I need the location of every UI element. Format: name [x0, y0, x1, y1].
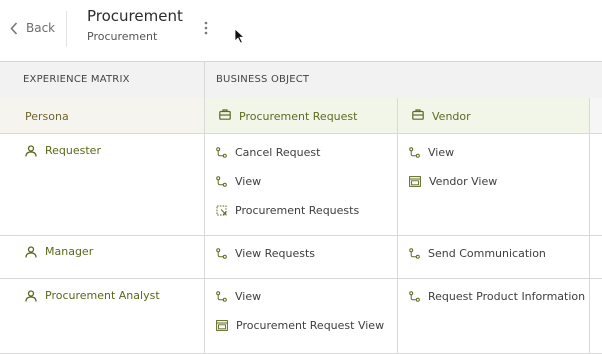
person-icon [25, 245, 37, 258]
column-header-experience-matrix: EXPERIENCE MATRIX [0, 62, 205, 98]
flow-icon [216, 147, 227, 158]
flow-icon [216, 176, 227, 187]
table-subheader-row: Persona Procurement Request Vendor [0, 98, 602, 134]
experience-procurement-request-view[interactable]: Procurement Request View [216, 319, 384, 332]
mouse-cursor-icon [234, 28, 245, 44]
experience-send-communication[interactable]: Send Communication [409, 247, 546, 260]
briefcase-icon [412, 109, 424, 120]
experience-procurement-requests[interactable]: Procurement Requests [216, 204, 359, 217]
page-subtitle: Procurement [87, 30, 158, 43]
experience-label: View [235, 290, 262, 303]
procurement-request-cell: View Procurement Request View [205, 278, 398, 353]
table-filler [590, 278, 602, 353]
business-object-label: Vendor [432, 110, 471, 123]
back-label: Back [26, 21, 56, 35]
chevron-left-icon [10, 21, 18, 35]
experience-vendor-view-action[interactable]: View [409, 146, 454, 159]
table-filler [590, 98, 602, 133]
experience-matrix-table: EXPERIENCE MATRIX BUSINESS OBJECT Person… [0, 61, 602, 354]
persona-procurement-analyst[interactable]: Procurement Analyst [25, 289, 160, 302]
experience-label: Send Communication [428, 247, 546, 260]
table-row: Requester Cancel Request View Procuremen… [0, 133, 602, 236]
experience-label: View Requests [235, 247, 316, 260]
persona-cell: Procurement Analyst [0, 278, 205, 353]
back-button[interactable]: Back [10, 21, 55, 35]
business-object-vendor[interactable]: Vendor [398, 98, 590, 133]
person-icon [25, 144, 37, 157]
persona-label: Manager [45, 245, 94, 258]
page-title: Procurement [87, 7, 183, 25]
app-header: Back Procurement Procurement [0, 0, 602, 61]
experience-label: Vendor View [429, 175, 498, 188]
vendor-cell: Send Communication [398, 235, 590, 278]
window-icon [409, 176, 421, 187]
person-icon [25, 289, 37, 302]
persona-label: Requester [45, 144, 101, 157]
table-header-row: EXPERIENCE MATRIX BUSINESS OBJECT [0, 62, 602, 99]
more-options-icon[interactable] [201, 19, 211, 37]
experience-cancel-request[interactable]: Cancel Request [216, 146, 320, 159]
procurement-request-cell: Cancel Request View Procurement Requests [205, 133, 398, 235]
experience-label: Cancel Request [235, 146, 321, 159]
table-row: Manager View Requests Send Communication [0, 235, 602, 279]
persona-column-header: Persona [0, 98, 205, 133]
window-icon [216, 320, 228, 331]
flow-icon [409, 147, 420, 158]
experience-label: View [235, 175, 262, 188]
business-object-procurement-request[interactable]: Procurement Request [205, 98, 398, 133]
table-row: Procurement Analyst View Procurement Req… [0, 278, 602, 354]
table-filler [590, 235, 602, 278]
persona-manager[interactable]: Manager [25, 245, 93, 258]
experience-vendor-view[interactable]: Vendor View [409, 175, 497, 188]
experience-view[interactable]: View [216, 290, 261, 303]
persona-cell: Manager [0, 235, 205, 278]
experience-label: Procurement Requests [235, 204, 360, 217]
flow-icon [216, 291, 227, 302]
experience-view[interactable]: View [216, 175, 261, 188]
table-filler [590, 133, 602, 235]
persona-requester[interactable]: Requester [25, 144, 101, 157]
experience-label: Request Product Information [428, 290, 586, 303]
column-header-business-object: BUSINESS OBJECT [216, 74, 310, 85]
persona-cell: Requester [0, 133, 205, 235]
flow-icon [216, 248, 227, 259]
experience-label: View [428, 146, 455, 159]
experience-view-requests[interactable]: View Requests [216, 247, 315, 260]
header-divider [66, 11, 67, 47]
persona-label: Procurement Analyst [45, 289, 160, 302]
experience-request-product-information[interactable]: Request Product Information [409, 290, 585, 303]
briefcase-icon [219, 109, 231, 120]
experience-label: Procurement Request View [236, 319, 385, 332]
vendor-cell: View Vendor View [398, 133, 590, 235]
business-object-label: Procurement Request [239, 110, 358, 123]
flow-icon [409, 248, 420, 259]
vendor-cell: Request Product Information [398, 278, 590, 353]
procurement-request-cell: View Requests [205, 235, 398, 278]
flow-icon [409, 291, 420, 302]
list-icon [216, 205, 227, 216]
